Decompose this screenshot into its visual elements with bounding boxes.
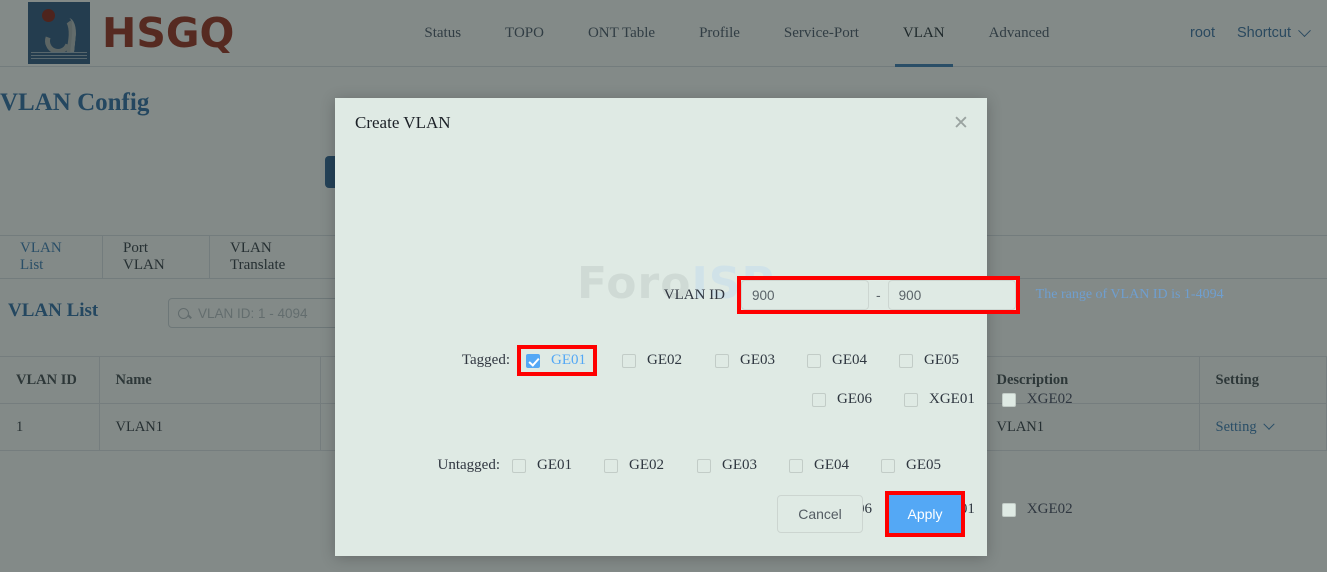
apply-highlight: Apply — [885, 491, 965, 537]
vlan-id-label: VLAN ID — [663, 286, 725, 303]
checkbox-untagged-xge02[interactable]: XGE02 — [1001, 501, 1073, 518]
checkbox-untagged-ge02[interactable]: GE02 — [604, 457, 664, 474]
vlan-id-highlight: - — [737, 276, 1020, 314]
checkbox-box-icon — [1001, 392, 1016, 407]
checkbox-label: GE02 — [647, 352, 682, 368]
checkbox-label: GE02 — [629, 457, 664, 473]
checkbox-box-icon — [807, 353, 821, 368]
checkbox-untagged-ge05[interactable]: GE05 — [881, 457, 941, 474]
checkbox-box-icon — [1001, 502, 1016, 517]
checkbox-tagged-ge03[interactable]: GE03 — [715, 352, 775, 369]
dialog-title: Create VLAN — [355, 113, 451, 132]
checkbox-box-icon — [622, 353, 636, 368]
checkbox-box-icon — [904, 392, 918, 407]
checkbox-label: XGE02 — [1026, 391, 1073, 407]
checkbox-tagged-ge01[interactable]: GE01 — [517, 345, 597, 376]
cancel-button[interactable]: Cancel — [777, 495, 863, 533]
create-vlan-dialog: ForoISP Create VLAN ✕ VLAN ID - The rang… — [335, 98, 1224, 556]
checkbox-label: GE05 — [924, 352, 959, 368]
checkbox-label: GE05 — [906, 457, 941, 473]
checkbox-label: GE04 — [832, 352, 867, 368]
checkbox-label: XGE01 — [929, 391, 975, 407]
checkbox-box-icon — [881, 458, 895, 473]
checkbox-label: GE01 — [537, 457, 572, 473]
checkbox-tagged-xge02[interactable]: XGE02 — [1001, 391, 1073, 408]
vlan-id-hint: The range of VLAN ID is 1-4094 — [1035, 287, 1224, 302]
checkbox-untagged-ge01[interactable]: GE01 — [512, 457, 572, 474]
checkbox-untagged-ge03[interactable]: GE03 — [697, 457, 757, 474]
apply-button[interactable]: Apply — [889, 495, 961, 533]
checkbox-box-icon — [697, 458, 711, 473]
checkbox-label: XGE02 — [1026, 501, 1073, 517]
vlan-id-row: VLAN ID - The range of VLAN ID is 1-4094 — [630, 276, 1224, 314]
checkbox-box-icon — [604, 458, 618, 473]
checkbox-untagged-ge04[interactable]: GE04 — [789, 457, 849, 474]
checkbox-box-icon — [512, 458, 526, 473]
checkbox-box-icon — [789, 458, 803, 473]
checkbox-box-icon — [899, 353, 913, 368]
checkbox-label: GE03 — [740, 352, 775, 368]
checkbox-label: GE03 — [722, 457, 757, 473]
checkbox-tagged-xge01[interactable]: XGE01 — [904, 391, 975, 408]
tagged-label: Tagged: — [461, 352, 510, 368]
checkbox-tagged-ge05[interactable]: GE05 — [899, 352, 959, 369]
checkbox-box-icon — [715, 353, 729, 368]
dialog-footer: Cancel Apply — [777, 491, 965, 537]
untagged-row-1: Untagged: GE01 GE02 GE03 GE04 GE05 — [405, 457, 941, 474]
vlan-id-end-input[interactable] — [887, 280, 1016, 310]
checkbox-label: GE06 — [837, 391, 872, 407]
checkbox-tagged-ge06[interactable]: GE06 — [812, 391, 872, 408]
tagged-row-1: Tagged: GE01 GE02 GE03 GE04 GE05 — [415, 345, 959, 376]
vlan-id-start-input[interactable] — [741, 280, 869, 310]
checkbox-box-icon — [812, 392, 826, 407]
checkbox-label: GE01 — [551, 352, 586, 368]
checkbox-label: GE04 — [814, 457, 849, 473]
tagged-row-2: GE06 XGE01 XGE02 — [812, 391, 1073, 408]
checkbox-tagged-ge04[interactable]: GE04 — [807, 352, 867, 369]
checkbox-tagged-ge02[interactable]: GE02 — [622, 352, 682, 369]
close-icon[interactable]: ✕ — [951, 114, 971, 134]
checkbox-box-icon — [526, 353, 540, 368]
vlan-id-separator: - — [876, 287, 881, 303]
untagged-label: Untagged: — [437, 457, 500, 473]
